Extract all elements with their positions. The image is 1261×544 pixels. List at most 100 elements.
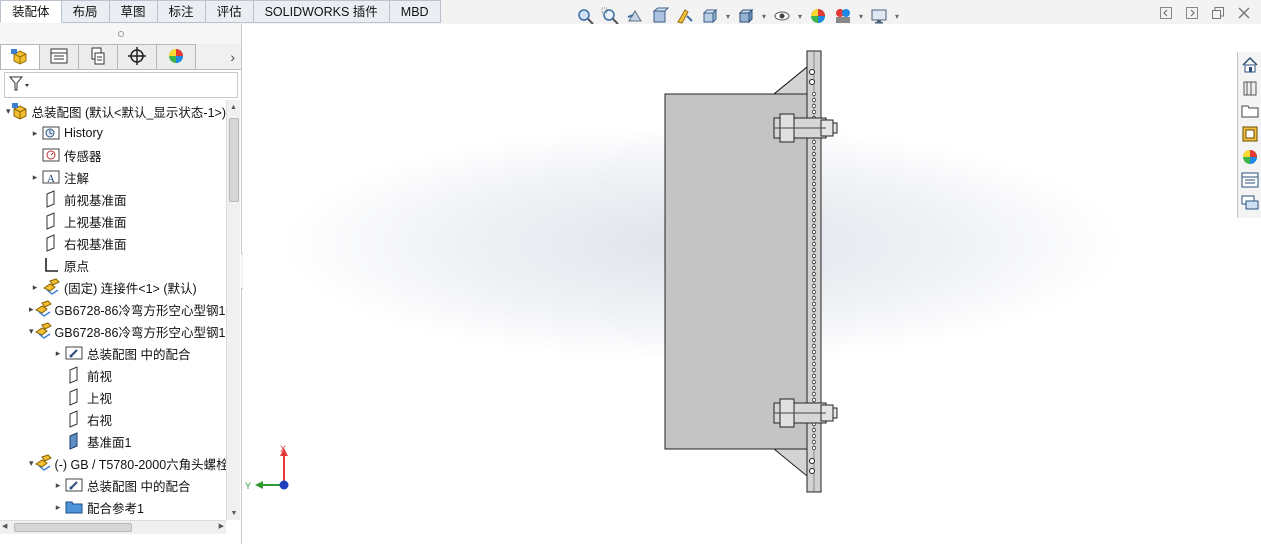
expand-arrow-icon[interactable]: ▸: [29, 127, 41, 139]
tree-node[interactable]: ▸ A 注解: [0, 166, 226, 188]
scroll-right-icon[interactable]: ▶: [219, 522, 224, 530]
tree-node[interactable]: 上视基准面: [0, 210, 226, 232]
reference-triad: X Y: [243, 440, 303, 503]
tree-horizontal-scrollbar[interactable]: ◀ ▶: [0, 520, 226, 534]
mates-folder-icon: [64, 475, 84, 495]
chevron-right-icon[interactable]: ›: [195, 44, 241, 69]
file-explorer-icon[interactable]: [1239, 100, 1261, 122]
expand-arrow-icon[interactable]: ▸: [52, 347, 64, 359]
tree-node[interactable]: 前视基准面: [0, 188, 226, 210]
tree-node-label: 右视: [87, 413, 113, 428]
graphics-area[interactable]: [243, 24, 1235, 544]
plane-icon: [41, 211, 61, 231]
panel-tabs: ›: [0, 44, 241, 70]
tree-node-label: 原点: [64, 259, 90, 274]
tree-node[interactable]: ▾ (-) GB / T5780-2000六角头螺栓: [0, 452, 226, 474]
sensor-icon: [41, 145, 61, 165]
history-icon: [41, 123, 61, 143]
tree-node-label: 总装配图 中的配合: [87, 347, 191, 362]
tree-node-label: 前视: [87, 369, 113, 384]
restore-icon[interactable]: [1211, 6, 1225, 20]
tree-node-label: (-) GB / T5780-2000六角头螺栓: [54, 457, 226, 472]
view-palette-icon[interactable]: [1239, 123, 1261, 145]
command-tab[interactable]: 布局: [61, 0, 110, 23]
tree-node[interactable]: 基准面1: [0, 430, 226, 452]
appearances-icon[interactable]: [1239, 146, 1261, 168]
forum-icon[interactable]: [1239, 192, 1261, 214]
command-tab[interactable]: MBD: [389, 0, 441, 23]
panel-plate: [664, 93, 808, 450]
dimxpert-tab[interactable]: [117, 44, 157, 69]
expand-arrow-icon[interactable]: ▸: [52, 479, 64, 491]
custom-properties-icon[interactable]: [1239, 169, 1261, 191]
scroll-down-icon[interactable]: ▼: [227, 506, 241, 520]
expand-arrow-icon[interactable]: ▸: [29, 171, 41, 183]
feature-tree: ▾ 总装配图 (默认<默认_显示状态-1>) ▸ History 传感器 ▸ A 注解 前视基准…: [0, 100, 226, 534]
part-icon: [34, 299, 52, 319]
propertymanager-tab[interactable]: [39, 44, 79, 69]
triad-x-label: X: [280, 444, 286, 454]
task-pane: [1237, 52, 1261, 218]
featuremanager-tab[interactable]: [0, 44, 40, 69]
filter-icon: [8, 76, 31, 95]
tree-node[interactable]: 前视: [0, 364, 226, 386]
tree-node[interactable]: ▾ GB6728-86冷弯方形空心型钢10: [0, 320, 226, 342]
plane-icon: [64, 409, 84, 429]
tree-node[interactable]: ▸ 配合参考1: [0, 496, 226, 518]
command-tab[interactable]: SOLIDWORKS 插件: [253, 0, 390, 23]
tile-right-icon[interactable]: [1185, 6, 1199, 20]
home-icon[interactable]: [1239, 54, 1261, 76]
command-tab[interactable]: 标注: [157, 0, 206, 23]
tree-node[interactable]: 右视: [0, 408, 226, 430]
part-icon: [34, 453, 52, 473]
configurationmanager-tab[interactable]: [78, 44, 118, 69]
tree-node[interactable]: ▸ 总装配图 中的配合: [0, 474, 226, 496]
scroll-left-icon[interactable]: ◀: [2, 522, 7, 530]
tree-node[interactable]: ▸ History: [0, 122, 226, 144]
tree-node[interactable]: 上视: [0, 386, 226, 408]
tree-node[interactable]: ▾ 总装配图 (默认<默认_显示状态-1>): [0, 100, 226, 122]
command-tab[interactable]: 评估: [205, 0, 254, 23]
tree-node[interactable]: 原点: [0, 254, 226, 276]
featuremanager-icon: [10, 47, 30, 68]
scroll-up-icon[interactable]: ▲: [227, 100, 240, 114]
tree-node-label: 上视: [87, 391, 113, 406]
tree-node-label: 基准面1: [87, 435, 132, 450]
annotation-icon: A: [41, 167, 61, 187]
hscroll-thumb[interactable]: [14, 523, 132, 532]
design-library-icon[interactable]: [1239, 77, 1261, 99]
document-window-controls: [1159, 6, 1251, 20]
tile-left-icon[interactable]: [1159, 6, 1173, 20]
panel-grip[interactable]: [0, 24, 241, 44]
mates-folder-icon: [64, 343, 84, 363]
tree-node[interactable]: ▸ GB6728-86冷弯方形空心型钢10: [0, 298, 226, 320]
tree-node-label: History: [64, 126, 103, 140]
command-tab[interactable]: 草图: [109, 0, 158, 23]
expand-arrow-icon[interactable]: ▸: [29, 281, 41, 293]
feature-tree-filter[interactable]: [4, 72, 238, 98]
tree-node-label: 上视基准面: [64, 215, 127, 230]
tree-node[interactable]: 传感器: [0, 144, 226, 166]
tree-node[interactable]: ▸ 总装配图 中的配合: [0, 342, 226, 364]
tree-node-label: 总装配图 中的配合: [87, 479, 191, 494]
plane-icon: [64, 365, 84, 385]
tree-node[interactable]: 右视基准面: [0, 232, 226, 254]
tree-vertical-scrollbar[interactable]: ▲ ▼: [226, 100, 240, 520]
close-icon[interactable]: [1237, 6, 1251, 20]
tree-node[interactable]: ▸ (固定) 连接件<1> (默认): [0, 276, 226, 298]
assembly-icon: [11, 101, 29, 121]
scroll-thumb[interactable]: [229, 118, 239, 202]
expand-arrow-icon[interactable]: ▸: [52, 501, 64, 513]
command-tab[interactable]: 装配体: [0, 0, 62, 23]
clamp-bracket-bottom: [773, 398, 838, 428]
plane-icon: [64, 387, 84, 407]
part-icon: [41, 277, 61, 297]
displaymanager-tab[interactable]: [156, 44, 196, 69]
